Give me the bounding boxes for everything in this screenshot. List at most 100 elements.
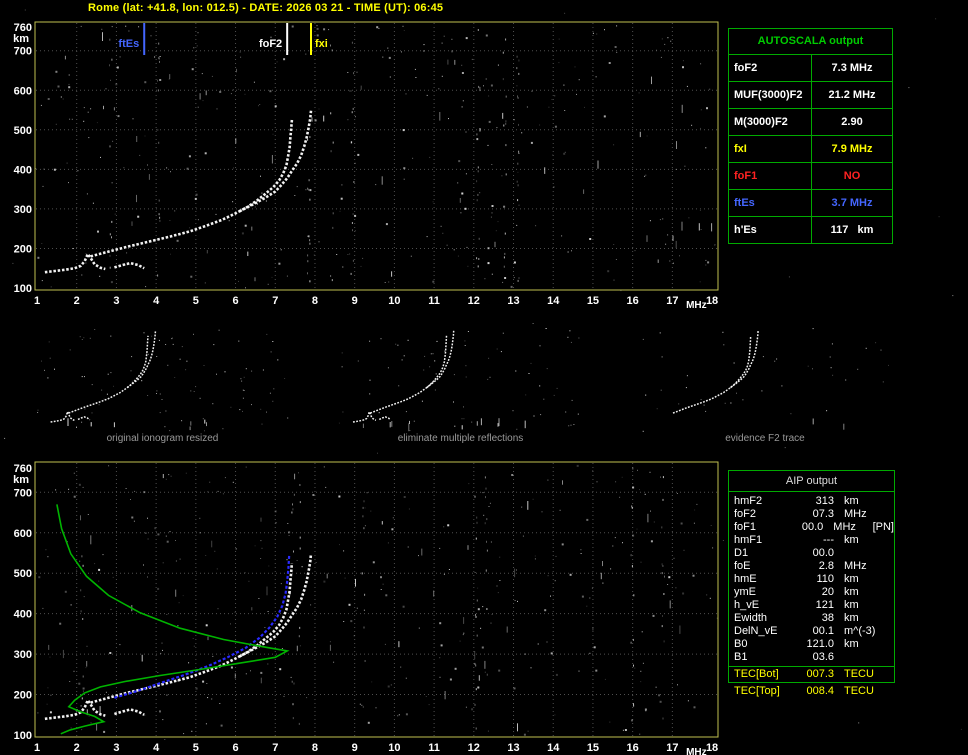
svg-text:3: 3 [113, 295, 119, 307]
aip-value: 2.8 [798, 560, 834, 573]
autoscala-window: 123456789101112131415161718MHz7607006005… [0, 0, 968, 755]
svg-text:6: 6 [232, 742, 238, 754]
aip-label: hmF1 [734, 534, 798, 547]
svg-text:17: 17 [666, 742, 678, 754]
svg-text:13: 13 [507, 295, 519, 307]
autoscala-output-table: AUTOSCALA output foF27.3 MHzMUF(3000)F22… [728, 28, 893, 244]
row-value: 3.7 MHz [812, 190, 892, 216]
aip-label: TEC[Bot] [734, 668, 798, 681]
table-row: fxI7.9 MHz [729, 136, 892, 163]
table-row: foF100.0MHz[PN] [734, 521, 894, 534]
svg-text:8: 8 [312, 742, 318, 754]
foF2-marker-label: foF2 [259, 38, 282, 50]
aip-unit: km [844, 534, 888, 547]
panel-caption-evidence: evidence F2 trace [640, 433, 890, 444]
aip-value: 110 [798, 573, 834, 586]
svg-text:700: 700 [14, 487, 32, 499]
panel-caption-eliminate: eliminate multiple reflections [338, 433, 583, 444]
aip-unit: MHz [844, 560, 888, 573]
row-value: 7.9 MHz [812, 136, 892, 162]
aip-unit: km [844, 599, 888, 612]
table-row: DelN_vE00.1m^(-3) [734, 625, 894, 638]
svg-text:12: 12 [468, 742, 480, 754]
mini-f2-trace-x [127, 331, 155, 388]
table-row: h'Es117 km [729, 217, 892, 243]
svg-text:17: 17 [666, 295, 678, 307]
autoscala-table-rows: foF27.3 MHzMUF(3000)F221.2 MHzM(3000)F22… [729, 55, 892, 243]
aip-output-table: AIP output hmF2313kmfoF207.3MHzfoF100.0M… [728, 470, 895, 683]
table-row: ftEs3.7 MHz [729, 190, 892, 217]
aip-tec-top-row: TEC[Top]008.4TECU [729, 685, 894, 698]
aip-unit [844, 651, 888, 664]
aip-unit: m^(-3) [844, 625, 888, 638]
svg-text:14: 14 [547, 742, 560, 754]
svg-text:9: 9 [352, 742, 358, 754]
svg-text:1: 1 [34, 742, 40, 754]
row-label: M(3000)F2 [729, 109, 812, 135]
svg-text:10: 10 [388, 742, 400, 754]
mini-es-trace [78, 417, 90, 420]
table-row: hmF2313km [734, 495, 894, 508]
table-row: foF207.3 MHz [734, 508, 894, 521]
svg-text:16: 16 [627, 742, 639, 754]
aip-label: foF2 [734, 508, 798, 521]
svg-text:300: 300 [14, 204, 32, 216]
svg-text:6: 6 [232, 295, 238, 307]
svg-text:100: 100 [14, 730, 32, 742]
table-row: B0121.0km [734, 638, 894, 651]
svg-text:700: 700 [14, 46, 32, 58]
axis-labels: 123456789101112131415161718MHz7607006005… [13, 22, 718, 311]
plot-border [35, 462, 718, 737]
aip-label: D1 [734, 547, 798, 560]
aip-unit: MHz [844, 508, 888, 521]
aip-value: --- [798, 534, 834, 547]
fxi-marker-label: fxi [315, 38, 328, 50]
svg-text:15: 15 [587, 742, 599, 754]
aip-value: 008.4 [798, 685, 834, 698]
panel-original-ionogram [37, 329, 288, 431]
svg-text:200: 200 [14, 243, 32, 255]
aip-label: ymE [734, 586, 798, 599]
aip-label: B0 [734, 638, 798, 651]
ionogram-noise [37, 465, 713, 736]
svg-text:km: km [13, 33, 29, 45]
aip-label: hmF2 [734, 495, 798, 508]
ftEs-marker-label: ftEs [118, 38, 139, 50]
grid-lines [36, 463, 717, 736]
table-row: hmF1--- km [734, 534, 894, 547]
svg-text:8: 8 [312, 295, 318, 307]
row-label: MUF(3000)F2 [729, 82, 812, 108]
panel-eliminate-reflections [342, 328, 580, 431]
aip-unit: MHz [833, 521, 872, 534]
svg-text:4: 4 [153, 742, 160, 754]
row-value: 21.2 MHz [812, 82, 892, 108]
svg-text:10: 10 [388, 295, 400, 307]
es-trace [114, 263, 144, 268]
table-row: B103.6 [734, 651, 894, 664]
aip-value: 03.6 [798, 651, 834, 664]
row-value: NO [812, 163, 892, 189]
svg-text:2: 2 [74, 742, 80, 754]
plot-border [35, 22, 718, 290]
aip-value: 00.1 [798, 625, 834, 638]
table-row: TEC[Bot]007.3TECU [734, 668, 894, 681]
ionogram-plot-top: 123456789101112131415161718MHz7607006005… [13, 22, 718, 311]
es-trace [45, 254, 105, 272]
station-title: Rome (lat: +41.8, lon: 012.5) - DATE: 20… [88, 2, 443, 14]
svg-text:18: 18 [706, 742, 718, 754]
aip-value: 07.3 [798, 508, 834, 521]
mini-f2-trace-x [427, 331, 454, 388]
f2-trace-ordinary [91, 120, 292, 257]
svg-text:11: 11 [428, 742, 440, 754]
table-separator [729, 666, 894, 667]
svg-text:1: 1 [34, 295, 40, 307]
svg-text:km: km [13, 474, 29, 486]
row-value: 117 km [812, 217, 892, 243]
aip-label: h_vE [734, 599, 798, 612]
aip-value: 20 [798, 586, 834, 599]
table-row: h_vE121km [734, 599, 894, 612]
row-label: foF1 [729, 163, 812, 189]
mini-es-trace [379, 417, 390, 420]
aip-value: 38 [798, 612, 834, 625]
aip-value: 00.0 [791, 521, 823, 534]
